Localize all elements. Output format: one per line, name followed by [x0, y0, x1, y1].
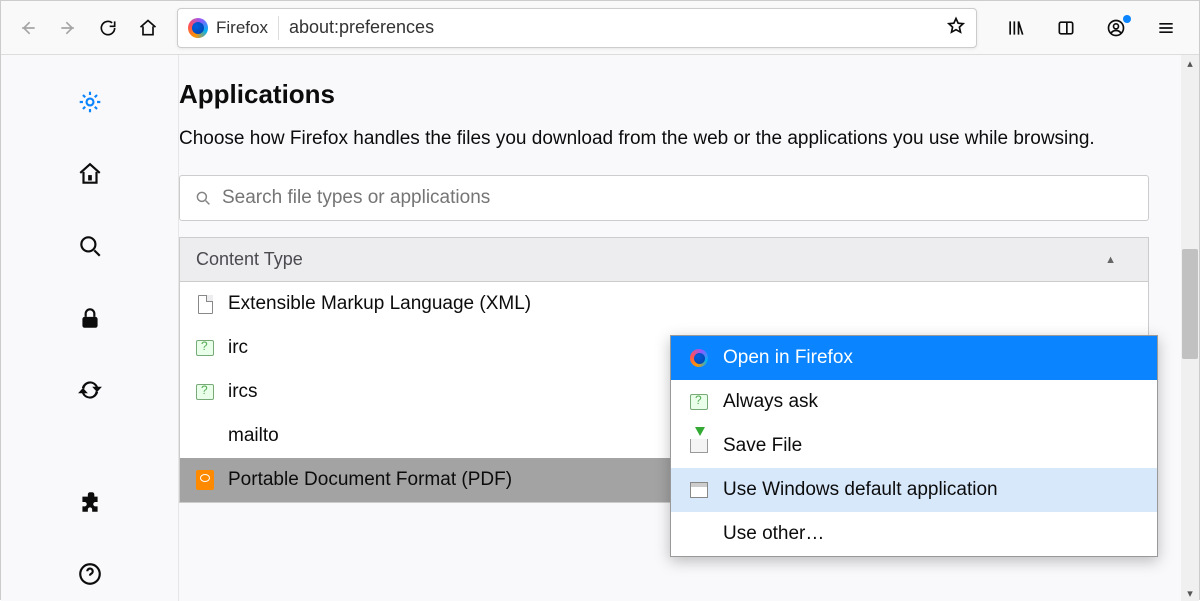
- gear-icon: [77, 89, 103, 115]
- dropdown-item-windows-default[interactable]: Use Windows default application: [671, 468, 1157, 512]
- content-type-label: Extensible Markup Language (XML): [228, 293, 531, 315]
- identity-label: Firefox: [216, 18, 268, 38]
- content-type-label: Portable Document Format (PDF): [228, 469, 512, 491]
- sync-icon: [77, 377, 103, 403]
- help-icon: [77, 561, 103, 587]
- sidebar-item-home[interactable]: [71, 155, 109, 193]
- arrow-right-icon: [58, 18, 78, 38]
- dropdown-label: Save File: [723, 435, 802, 457]
- app-menu-button[interactable]: [1145, 9, 1187, 47]
- preferences-content: Applications Choose how Firefox handles …: [1, 55, 1199, 601]
- search-icon: [77, 233, 103, 259]
- section-description: Choose how Firefox handles the files you…: [179, 124, 1159, 153]
- ask-icon: [689, 392, 709, 412]
- dropdown-item-use-other[interactable]: Use other…: [671, 512, 1157, 556]
- pdf-icon: [196, 469, 214, 491]
- home-button[interactable]: [129, 9, 167, 47]
- dropdown-item-always-ask[interactable]: Always ask: [671, 380, 1157, 424]
- identity-box[interactable]: Firefox: [188, 18, 268, 38]
- blank-icon: [689, 524, 709, 544]
- dropdown-item-save-file[interactable]: Save File: [671, 424, 1157, 468]
- separator: [278, 16, 279, 40]
- sidebar-item-extensions[interactable]: [71, 483, 109, 521]
- toolbar-right: [995, 9, 1187, 47]
- notification-dot-icon: [1123, 15, 1131, 23]
- home-icon: [138, 18, 158, 38]
- blank-icon: [196, 425, 214, 447]
- star-icon: [946, 16, 966, 36]
- sidebar-item-search[interactable]: [71, 227, 109, 265]
- library-button[interactable]: [995, 9, 1037, 47]
- lock-icon: [77, 305, 103, 331]
- preferences-sidebar: [1, 55, 179, 601]
- sidebar-item-help[interactable]: [71, 555, 109, 593]
- window-icon: [689, 480, 709, 500]
- address-bar[interactable]: Firefox about:preferences: [177, 8, 977, 48]
- applications-search-input[interactable]: [222, 187, 1134, 209]
- table-row[interactable]: Extensible Markup Language (XML): [180, 282, 1148, 326]
- applications-search[interactable]: [179, 175, 1149, 221]
- sidebar-item-sync[interactable]: [71, 371, 109, 409]
- section-title: Applications: [179, 79, 1171, 110]
- protocol-icon: [196, 337, 214, 359]
- file-icon: [196, 293, 214, 315]
- account-button[interactable]: [1095, 9, 1137, 47]
- browser-toolbar: Firefox about:preferences: [1, 1, 1199, 55]
- content-type-label: ircs: [228, 381, 258, 403]
- dropdown-label: Use Windows default application: [723, 479, 998, 501]
- reload-icon: [98, 18, 118, 38]
- protocol-icon: [196, 381, 214, 403]
- arrow-left-icon: [18, 18, 38, 38]
- dropdown-label: Always ask: [723, 391, 818, 413]
- sort-asc-icon: ▲: [1105, 254, 1116, 266]
- scroll-up-icon[interactable]: ▴: [1184, 57, 1196, 69]
- sidebar-icon: [1056, 18, 1076, 38]
- dropdown-label: Use other…: [723, 523, 824, 545]
- table-header[interactable]: Content Type ▲: [180, 238, 1148, 282]
- url-text: about:preferences: [289, 17, 936, 38]
- search-icon: [194, 189, 212, 207]
- content-type-label: mailto: [228, 425, 279, 447]
- sidebar-item-privacy[interactable]: [71, 299, 109, 337]
- reload-button[interactable]: [89, 9, 127, 47]
- firefox-logo-icon: [689, 348, 709, 368]
- scroll-thumb[interactable]: [1182, 249, 1198, 359]
- home-icon: [77, 161, 103, 187]
- sidebar-item-general[interactable]: [71, 83, 109, 121]
- sidebar-toggle-button[interactable]: [1045, 9, 1087, 47]
- content-type-label: irc: [228, 337, 248, 359]
- scrollbar[interactable]: ▴ ▾: [1181, 55, 1199, 601]
- action-dropdown: Open in Firefox Always ask Save File Use…: [670, 335, 1158, 557]
- save-icon: [689, 436, 709, 456]
- scroll-down-icon[interactable]: ▾: [1184, 587, 1196, 599]
- forward-button[interactable]: [49, 9, 87, 47]
- column-content-type: Content Type: [196, 249, 303, 270]
- bookmark-button[interactable]: [946, 16, 966, 40]
- library-icon: [1006, 18, 1026, 38]
- puzzle-icon: [77, 489, 103, 515]
- dropdown-label: Open in Firefox: [723, 347, 853, 369]
- hamburger-icon: [1156, 18, 1176, 38]
- back-button[interactable]: [9, 9, 47, 47]
- dropdown-item-open-firefox[interactable]: Open in Firefox: [671, 336, 1157, 380]
- firefox-logo-icon: [188, 18, 208, 38]
